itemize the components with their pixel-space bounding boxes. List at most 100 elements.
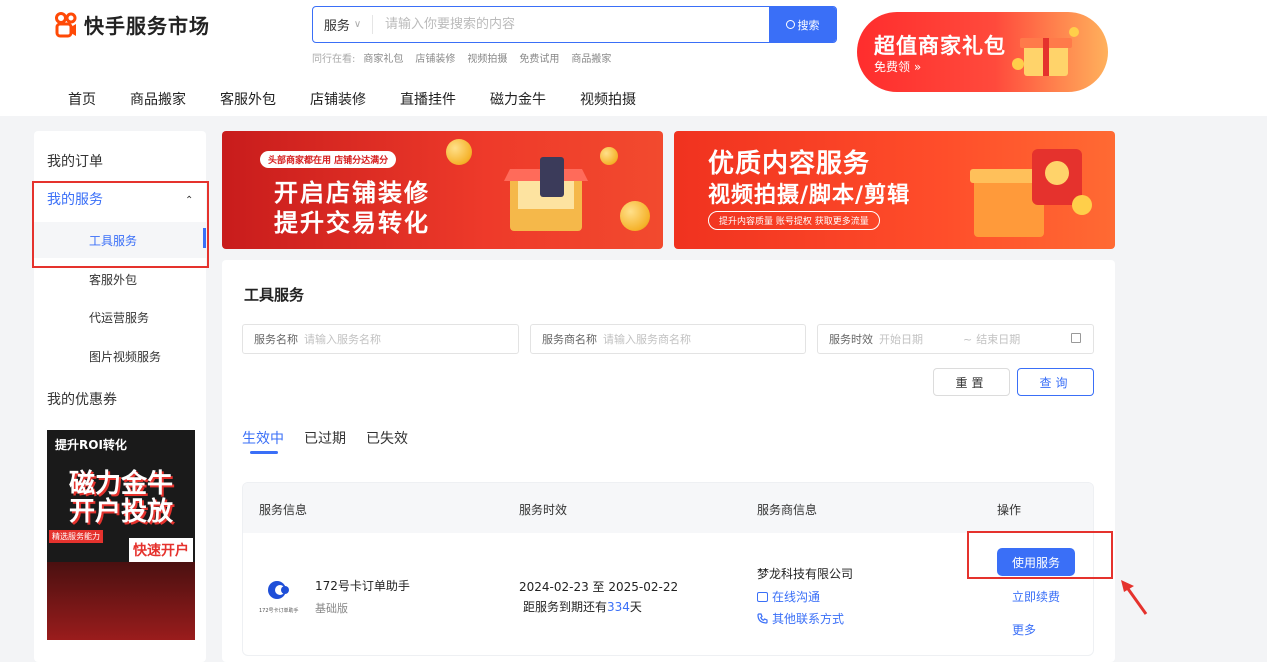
nav-video-shoot[interactable]: 视频拍摄 [580, 89, 636, 109]
other-contact-link[interactable]: 其他联系方式 [757, 610, 844, 627]
query-button[interactable]: 查询 [1017, 368, 1094, 396]
hot-link[interactable]: 商家礼包 [363, 50, 403, 65]
merchant-gift-promo[interactable]: 超值商家礼包 免费领 » [857, 12, 1108, 92]
ad-crowd-image [47, 562, 195, 640]
banner1-tag: 头部商家都在用 店铺分达满分 [260, 151, 397, 168]
phone-icon [757, 613, 768, 624]
brand-logo[interactable]: 快手服务市场 [54, 10, 210, 39]
search-button-label: 搜索 [797, 18, 820, 32]
vendor-name: 梦龙科技有限公司 [757, 567, 854, 581]
tab-expired[interactable]: 已过期 [304, 428, 346, 448]
nav-home[interactable]: 首页 [68, 89, 96, 109]
gift-box-icon [1012, 27, 1079, 76]
nav-magnetic-bull[interactable]: 磁力金牛 [490, 89, 546, 109]
promo-title: 超值商家礼包 [874, 34, 1006, 58]
hot-searches: 同行在看: 商家礼包 店铺装修 视频拍摄 免费试用 商品搬家 [312, 50, 611, 65]
kuaishou-logo-icon [55, 11, 77, 37]
nav-live-widget[interactable]: 直播挂件 [400, 89, 456, 109]
tab-underline [250, 451, 278, 454]
sidebar-ad-banner[interactable]: 提升ROI转化 磁力金牛 开户投放 精选服务能力 快速开户 [47, 430, 195, 640]
hot-link[interactable]: 视频拍摄 [467, 50, 507, 65]
start-date-placeholder[interactable]: 开始日期 [879, 331, 963, 347]
service-version: 基础版 [315, 602, 348, 615]
promo-subtitle: 免费领 » [874, 60, 922, 74]
content-service-banner[interactable]: 优质内容服务 视频拍摄/脚本/剪辑 提升内容质量 账号提权 获取更多流量 [674, 131, 1115, 249]
service-time-range-field[interactable]: 服务时效 开始日期 ~ 结束日期 [817, 324, 1094, 354]
pointer-arrow-icon [1121, 580, 1148, 615]
sidebar-item-my-orders[interactable]: 我的订单 [47, 151, 103, 171]
banner2-line1: 优质内容服务 [708, 149, 871, 179]
column-header: 操作 [997, 503, 1022, 517]
ad-tag: 精选服务能力 [49, 530, 103, 543]
service-time-label: 服务时效 [829, 333, 873, 346]
service-name-placeholder: 请输入服务名称 [304, 333, 381, 346]
vendor-name-label: 服务商名称 [542, 333, 597, 346]
column-header: 服务商信息 [757, 503, 818, 517]
nav-shop-decoration[interactable]: 店铺装修 [310, 89, 366, 109]
reset-button[interactable]: 重置 [933, 368, 1010, 396]
search-input[interactable] [373, 7, 769, 42]
highlight-box-sidebar [32, 181, 209, 268]
online-chat-link[interactable]: 在线沟通 [757, 588, 820, 605]
nav-cs-outsourcing[interactable]: 客服外包 [220, 89, 276, 109]
service-name-field[interactable]: 服务名称 请输入服务名称 [242, 324, 519, 354]
remaining-suffix: 天 [629, 600, 642, 614]
sidebar-item-image-video-services[interactable]: 图片视频服务 [89, 348, 161, 365]
coin-icon [620, 201, 650, 231]
column-header: 服务时效 [519, 503, 568, 517]
ad-headline-line1: 磁力金牛 [68, 469, 173, 499]
shop-decoration-banner[interactable]: 头部商家都在用 店铺分达满分 开启店铺装修 提升交易转化 [222, 131, 663, 249]
highlight-box-use-service [967, 531, 1113, 579]
tab-active-services[interactable]: 生效中 [242, 428, 284, 448]
ad-cta: 快速开户 [129, 538, 193, 562]
banner2-line2: 视频拍摄/脚本/剪辑 [708, 182, 911, 208]
ad-headline: 磁力金牛 开户投放 [47, 470, 195, 526]
tab-invalid[interactable]: 已失效 [366, 428, 408, 448]
sidebar-item-operation-services[interactable]: 代运营服务 [89, 309, 149, 326]
calendar-icon [1071, 333, 1081, 343]
search-bar: 服务 ∨ 搜索 [312, 6, 837, 43]
top-header: 快手服务市场 服务 ∨ 搜索 同行在看: 商家礼包 店铺装修 视频拍摄 免费试用… [0, 0, 1267, 116]
nav-product-move[interactable]: 商品搬家 [130, 89, 186, 109]
service-remaining: 距服务到期还有334天 [523, 598, 642, 615]
search-button[interactable]: 搜索 [769, 7, 836, 42]
more-link[interactable]: 更多 [1012, 621, 1036, 638]
search-type-label: 服务 [323, 19, 350, 34]
status-tabs: 生效中 已过期 已失效 [242, 428, 408, 448]
other-contact-label: 其他联系方式 [772, 612, 845, 626]
banner2-pill: 提升内容质量 账号提权 获取更多流量 [708, 211, 880, 230]
search-type-select[interactable]: 服务 ∨ [313, 15, 373, 34]
red-envelope-gift-icon [970, 149, 1092, 237]
tool-services-panel: 工具服务 服务名称 请输入服务名称 服务商名称 请输入服务商名称 服务时效 开始… [222, 260, 1115, 662]
online-chat-label: 在线沟通 [772, 590, 821, 604]
chat-icon [757, 591, 768, 602]
hot-searches-label: 同行在看: [312, 54, 356, 65]
product-logo-caption: 172号卡订单助手 [259, 608, 299, 614]
vendor-name-field[interactable]: 服务商名称 请输入服务商名称 [530, 324, 806, 354]
search-icon [785, 20, 795, 29]
chevron-down-icon: ∨ [353, 19, 362, 30]
coin-icon [600, 147, 618, 165]
ad-top-text: 提升ROI转化 [55, 438, 127, 452]
banner1-line2: 提升交易转化 [274, 209, 430, 237]
hot-link[interactable]: 商品搬家 [571, 50, 611, 65]
main-nav: 首页 商品搬家 客服外包 店铺装修 直播挂件 磁力金牛 视频拍摄 [68, 89, 670, 109]
remaining-days: 334 [607, 600, 630, 614]
renew-link[interactable]: 立即续费 [1012, 588, 1060, 605]
table-header: 服务信息 服务时效 服务商信息 操作 [243, 483, 1093, 533]
service-name-label: 服务名称 [254, 333, 298, 346]
hot-link[interactable]: 店铺装修 [415, 50, 455, 65]
service-name: 172号卡订单助手 [315, 579, 410, 593]
brand-name: 快手服务市场 [84, 14, 210, 38]
column-header: 服务信息 [259, 503, 308, 517]
ad-headline-line2: 开户投放 [68, 497, 173, 527]
remaining-prefix: 距服务到期还有 [523, 600, 608, 614]
service-date-range: 2024-02-23 至 2025-02-22 [519, 580, 679, 594]
end-date-placeholder[interactable]: 结束日期 [976, 331, 1020, 347]
date-separator: ~ [963, 332, 973, 346]
sidebar-item-my-coupons[interactable]: 我的优惠券 [47, 389, 117, 409]
coin-icon [446, 139, 472, 165]
hot-link[interactable]: 免费试用 [519, 50, 559, 65]
shop-stall-icon [504, 157, 588, 231]
sidebar-item-cs-outsourcing[interactable]: 客服外包 [89, 271, 137, 288]
